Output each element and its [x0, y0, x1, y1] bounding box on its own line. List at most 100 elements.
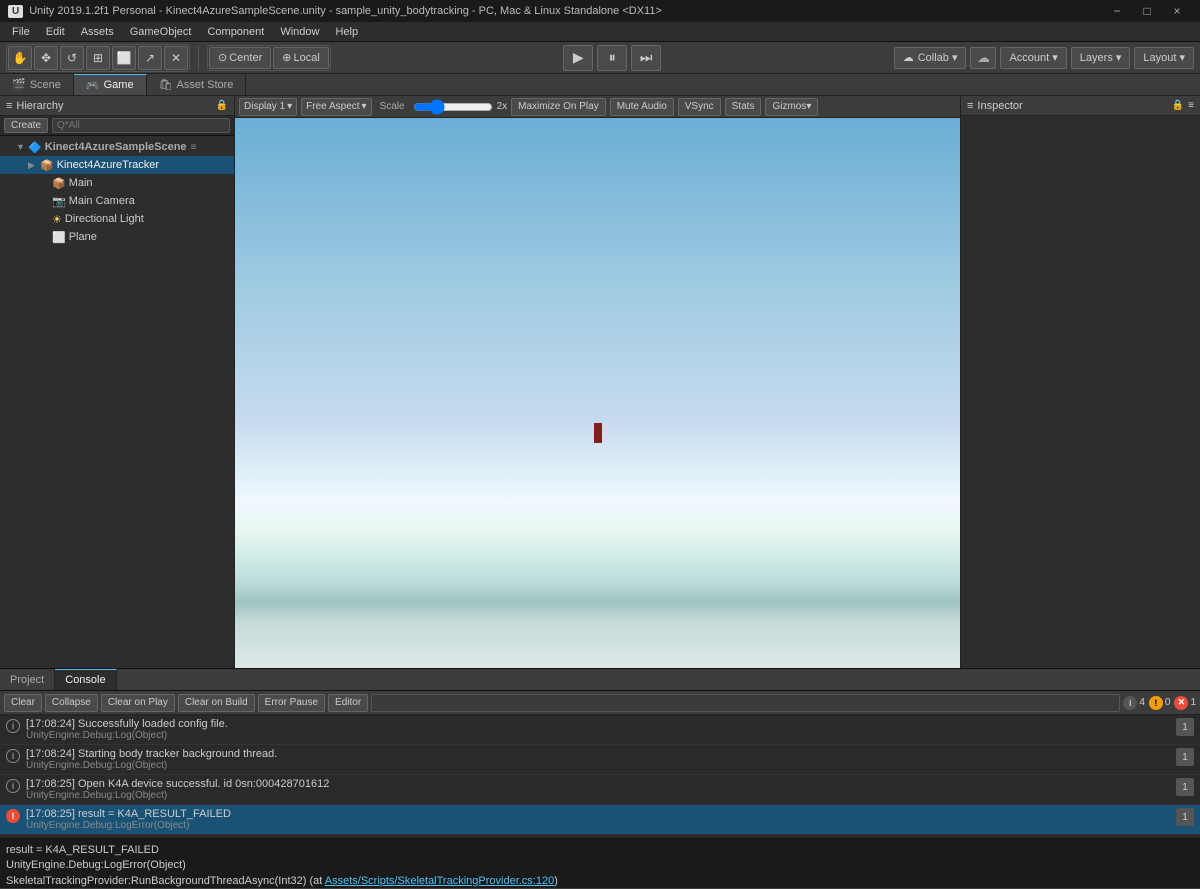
editor-button[interactable]: Editor: [328, 694, 368, 712]
stats-btn[interactable]: Stats: [725, 98, 762, 116]
clear-on-build-button[interactable]: Clear on Build: [178, 694, 255, 712]
scene-expand-arrow[interactable]: ▼: [16, 142, 28, 152]
camera-label: Main Camera: [69, 195, 135, 207]
sky-background: [235, 118, 960, 668]
scene-root-icon: 🔷: [28, 141, 42, 154]
detail-line2: UnityEngine.Debug:LogError(Object): [6, 859, 186, 871]
menu-component[interactable]: Component: [199, 24, 272, 40]
account-button[interactable]: Account ▾: [1000, 47, 1066, 69]
console-search-input[interactable]: [371, 694, 1120, 712]
console-msg-3[interactable]: i [17:08:25] Open K4A device successful.…: [0, 775, 1200, 805]
pause-button[interactable]: ⏸: [597, 45, 627, 71]
tracker-expand-arrow[interactable]: ▶: [28, 160, 40, 171]
maximize-on-play-btn[interactable]: Maximize On Play: [511, 98, 606, 116]
scene-options-icon[interactable]: ≡: [191, 142, 197, 153]
tree-scene-root[interactable]: ▼ 🔷 Kinect4AzureSampleScene ≡: [0, 138, 234, 156]
light-icon: ☀: [52, 213, 62, 226]
detail-link[interactable]: Assets/Scripts/SkeletalTrackingProvider.…: [325, 875, 554, 887]
aspect-arrow: ▾: [362, 101, 367, 112]
layers-button[interactable]: Layers ▾: [1071, 47, 1131, 69]
warn-count-value: 0: [1165, 697, 1171, 708]
console-msg-1[interactable]: i [17:08:24] Successfully loaded config …: [0, 715, 1200, 745]
tree-directional-light[interactable]: ☀ Directional Light: [0, 210, 234, 228]
hierarchy-lock-icon[interactable]: 🔒: [216, 100, 228, 111]
menu-assets[interactable]: Assets: [73, 24, 122, 40]
red-object: [594, 423, 602, 443]
transform-tool[interactable]: ↗: [138, 46, 162, 70]
stats-label: Stats: [732, 101, 755, 112]
play-button[interactable]: ▶: [563, 45, 593, 71]
step-button[interactable]: ⏭: [631, 45, 661, 71]
gizmos-btn[interactable]: Gizmos ▾: [765, 98, 818, 116]
inspector-menu-icon[interactable]: ≡: [1188, 100, 1194, 111]
tab-scene[interactable]: 🎬 Scene: [0, 74, 74, 95]
collab-button[interactable]: ☁ Collab ▾: [894, 47, 967, 69]
tab-project[interactable]: Project: [0, 669, 55, 690]
scene-root-label: Kinect4AzureSampleScene: [45, 141, 187, 153]
minimize-button[interactable]: −: [1102, 0, 1132, 22]
msg-2-text: [17:08:24] Starting body tracker backgro…: [26, 748, 1170, 760]
rect-tool[interactable]: ⬜: [112, 46, 136, 70]
menu-edit[interactable]: Edit: [38, 24, 73, 40]
hierarchy-search-bar: Create: [0, 116, 234, 136]
tree-kinect-tracker[interactable]: ▶ 📦 Kinect4AzureTracker: [0, 156, 234, 174]
layout-label: Layout ▾: [1143, 51, 1185, 64]
vsync-btn[interactable]: VSync: [678, 98, 721, 116]
error-pause-button[interactable]: Error Pause: [258, 694, 325, 712]
console-msg-4[interactable]: ! [17:08:25] result = K4A_RESULT_FAILED …: [0, 805, 1200, 835]
window-controls[interactable]: − □ ×: [1102, 0, 1192, 22]
tree-plane[interactable]: ⬜ Plane: [0, 228, 234, 246]
close-button[interactable]: ×: [1162, 0, 1192, 22]
console-msg-2[interactable]: i [17:08:24] Starting body tracker backg…: [0, 745, 1200, 775]
tab-console[interactable]: Console: [55, 669, 116, 690]
menu-bar: File Edit Assets GameObject Component Wi…: [0, 22, 1200, 42]
inspector-icon: ≡: [967, 100, 973, 112]
mute-audio-btn[interactable]: Mute Audio: [610, 98, 674, 116]
msg-1-text: [17:08:24] Successfully loaded config fi…: [26, 718, 1170, 730]
hand-tool[interactable]: ✋: [8, 46, 32, 70]
display-arrow: ▾: [287, 101, 292, 112]
custom-tool[interactable]: ✕: [164, 46, 188, 70]
menu-gameobject[interactable]: GameObject: [122, 24, 200, 40]
aspect-dropdown[interactable]: Free Aspect ▾: [301, 98, 371, 116]
tab-game[interactable]: 🎮 Game: [74, 74, 147, 95]
tree-main-camera[interactable]: 📷 Main Camera: [0, 192, 234, 210]
error-count-badge: ✕ 1: [1174, 696, 1196, 710]
hierarchy-panel: ≡ Hierarchy 🔒 Create ▼ 🔷 Kinect4AzureSam…: [0, 96, 235, 668]
cloud-button[interactable]: ☁: [970, 47, 996, 69]
msg-1-content: [17:08:24] Successfully loaded config fi…: [26, 718, 1170, 741]
display-label: Display 1: [244, 101, 285, 112]
inspector-lock-icon[interactable]: 🔒: [1172, 100, 1184, 111]
menu-help[interactable]: Help: [327, 24, 366, 40]
console-detail-text: result = K4A_RESULT_FAILED UnityEngine.D…: [6, 843, 1194, 889]
tab-asset-store[interactable]: 🛍 Asset Store: [147, 74, 247, 95]
maximize-button[interactable]: □: [1132, 0, 1162, 22]
rotate-tool[interactable]: ↺: [60, 46, 84, 70]
warn-count-badge: ! 0: [1149, 696, 1171, 710]
create-button[interactable]: Create: [4, 118, 48, 133]
game-view-panel: Display 1 ▾ Free Aspect ▾ Scale 2x Maxim…: [235, 96, 960, 668]
local-button[interactable]: ⊕ Local: [273, 47, 329, 69]
move-tool[interactable]: ✥: [34, 46, 58, 70]
scale-value: 2x: [497, 101, 508, 112]
tracker-icon: 📦: [40, 159, 54, 172]
game-icon: 🎮: [86, 79, 100, 92]
display-dropdown[interactable]: Display 1 ▾: [239, 98, 297, 116]
layers-label: Layers ▾: [1080, 51, 1122, 64]
tree-main[interactable]: 📦 Main: [0, 174, 234, 192]
collab-label: Collab ▾: [918, 51, 958, 64]
info-count-icon: i: [1123, 696, 1137, 710]
scale-slider[interactable]: [413, 102, 493, 112]
clear-button[interactable]: Clear: [4, 694, 42, 712]
msg-1-icon: i: [6, 719, 20, 733]
scale-tool[interactable]: ⊞: [86, 46, 110, 70]
center-button[interactable]: ⊙ Center: [209, 47, 271, 69]
menu-window[interactable]: Window: [272, 24, 327, 40]
layout-button[interactable]: Layout ▾: [1134, 47, 1194, 69]
clear-on-play-button[interactable]: Clear on Play: [101, 694, 175, 712]
menu-file[interactable]: File: [4, 24, 38, 40]
hierarchy-search-input[interactable]: [52, 118, 230, 133]
project-tab-label: Project: [10, 674, 44, 686]
collapse-button[interactable]: Collapse: [45, 694, 98, 712]
gizmos-arrow: ▾: [806, 101, 811, 112]
